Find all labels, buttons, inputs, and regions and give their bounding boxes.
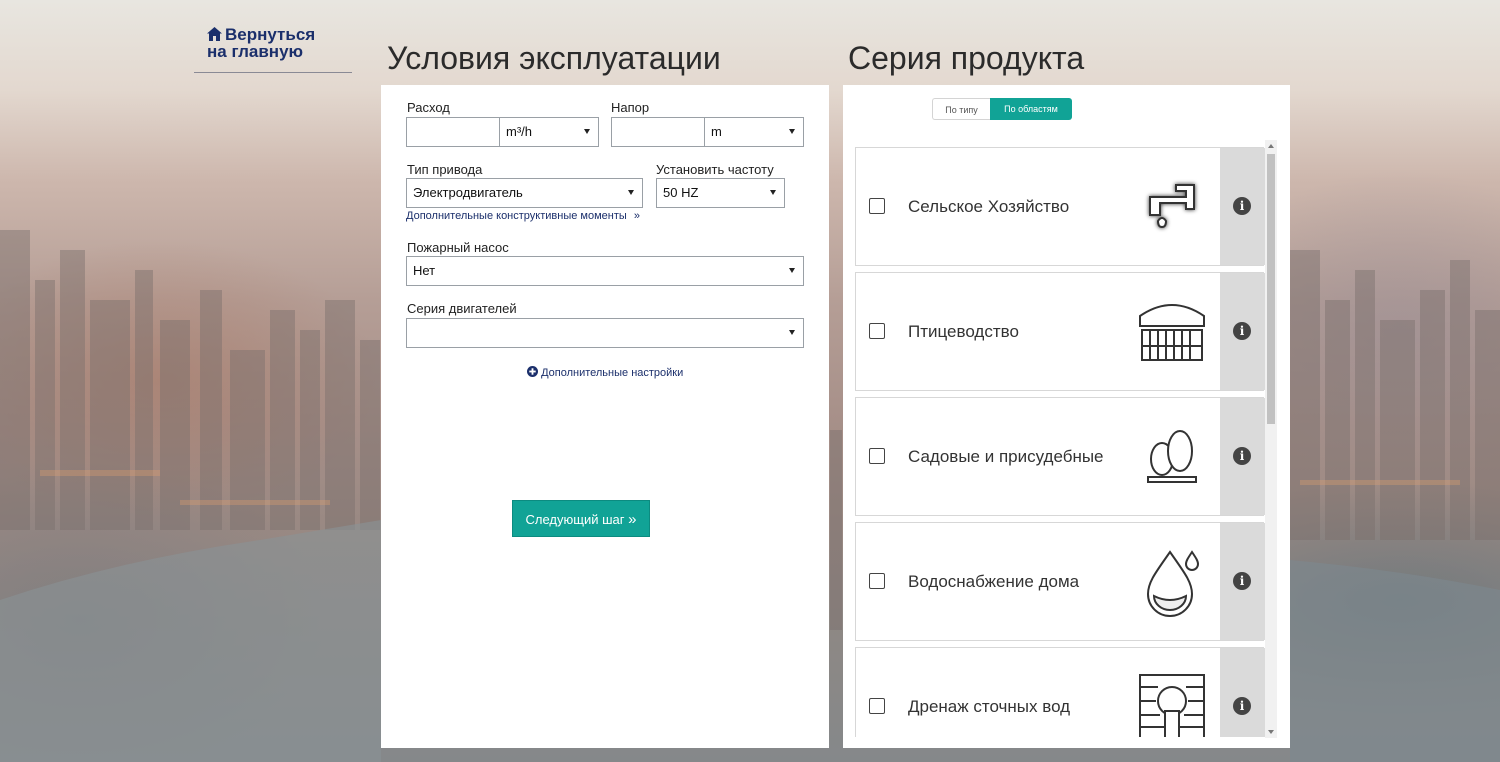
toggle-by-type[interactable]: По типу <box>932 98 990 120</box>
flow-unit-value: m³/h <box>506 124 532 139</box>
area-name: Сельское Хозяйство <box>908 197 1070 216</box>
area-card[interactable]: Птицеводство i <box>855 272 1265 391</box>
info-button[interactable]: i <box>1220 273 1265 390</box>
operating-conditions-panel: Расход m³/h Напор m Тип привода Электрод… <box>381 85 829 748</box>
frequency-label: Установить частоту <box>656 162 774 177</box>
motor-series-select[interactable] <box>406 318 804 348</box>
area-name: Водоснабжение дома <box>908 572 1080 591</box>
extra-design-link-text: Дополнительные конструктивные моменты <box>406 210 627 222</box>
next-step-label: Следующий шаг <box>525 512 625 527</box>
fire-pump-select[interactable]: Нет <box>406 256 804 286</box>
area-checkbox[interactable] <box>869 573 885 589</box>
faucet-icon <box>1149 184 1195 229</box>
area-checkbox[interactable] <box>869 698 885 714</box>
double-chevron-right-icon: » <box>633 210 640 222</box>
flow-input[interactable] <box>406 117 500 147</box>
head-label: Напор <box>611 100 650 115</box>
info-icon: i <box>1233 322 1251 340</box>
area-card[interactable]: Садовые и присудебные i <box>855 397 1265 516</box>
area-checkbox[interactable] <box>869 323 885 339</box>
area-card[interactable]: Водоснабжение дома i <box>855 522 1265 641</box>
scroll-up-icon[interactable] <box>1268 144 1274 148</box>
area-card[interactable]: Сельское Хозяйство i <box>855 147 1265 266</box>
area-name: Птицеводство <box>908 322 1019 341</box>
toggle-by-area[interactable]: По областям <box>990 98 1072 120</box>
frequency-value: 50 HZ <box>663 185 699 200</box>
fire-pump-label: Пожарный насос <box>407 240 509 255</box>
info-icon: i <box>1233 697 1251 715</box>
area-card[interactable]: Дренаж сточных вод i <box>855 647 1265 737</box>
chevron-down-icon <box>789 330 795 335</box>
area-name: Дренаж сточных вод <box>908 697 1071 716</box>
info-button[interactable]: i <box>1220 398 1265 515</box>
info-icon: i <box>1233 447 1251 465</box>
area-checkbox[interactable] <box>869 198 885 214</box>
head-unit-value: m <box>711 124 722 139</box>
operating-conditions-title: Условия эксплуатации <box>387 40 721 76</box>
scroll-down-icon[interactable] <box>1268 730 1274 734</box>
water-drop-icon <box>1146 550 1200 617</box>
next-step-button[interactable]: Следующий шаг » <box>512 500 650 537</box>
info-button[interactable]: i <box>1220 648 1265 737</box>
flow-label: Расход <box>407 100 450 115</box>
chevron-down-icon <box>770 190 776 195</box>
info-icon: i <box>1233 572 1251 590</box>
home-icon <box>207 27 222 41</box>
head-unit-select[interactable]: m <box>704 117 804 147</box>
double-chevron-right-icon: » <box>628 511 637 528</box>
motor-series-label: Серия двигателей <box>407 301 517 316</box>
back-label-line2: на главную <box>207 42 304 61</box>
scrollbar-thumb[interactable] <box>1267 154 1275 424</box>
chevron-down-icon <box>789 129 795 134</box>
drive-type-label: Тип привода <box>407 162 483 177</box>
info-icon: i <box>1233 197 1251 215</box>
drive-type-select[interactable]: Электродвигатель <box>406 178 643 208</box>
view-toggle: По типу По областям <box>932 98 1072 120</box>
info-button[interactable]: i <box>1220 523 1265 640</box>
chevron-down-icon <box>628 190 634 195</box>
head-input[interactable] <box>611 117 705 147</box>
area-list: Сельское Хозяйство i Птицеводство i Садо… <box>855 147 1266 737</box>
area-list-scrollbar[interactable] <box>1265 140 1277 738</box>
fire-pump-value: Нет <box>413 263 436 278</box>
area-name: Садовые и присудебные <box>908 447 1104 466</box>
drainage-pipe-icon <box>1139 674 1205 737</box>
extra-settings-link-text: Дополнительные настройки <box>541 367 684 379</box>
extra-design-link[interactable]: Дополнительные конструктивные моменты » <box>406 210 640 222</box>
info-button[interactable]: i <box>1220 148 1265 265</box>
chevron-down-icon <box>584 129 590 134</box>
product-series-title: Серия продукта <box>848 40 1085 76</box>
trees-icon <box>1147 430 1197 483</box>
drive-type-value: Электродвигатель <box>413 185 523 200</box>
extra-settings-link[interactable]: Дополнительные настройки <box>527 366 683 379</box>
back-to-home-link[interactable]: Вернуться на главную <box>194 26 352 73</box>
product-series-panel: По типу По областям Сельское Хозяйство i… <box>843 85 1290 748</box>
plus-circle-icon <box>527 366 538 377</box>
area-checkbox[interactable] <box>869 448 885 464</box>
frequency-select[interactable]: 50 HZ <box>656 178 785 208</box>
chevron-down-icon <box>789 268 795 273</box>
poultry-feeder-icon <box>1139 304 1205 361</box>
flow-unit-select[interactable]: m³/h <box>499 117 599 147</box>
